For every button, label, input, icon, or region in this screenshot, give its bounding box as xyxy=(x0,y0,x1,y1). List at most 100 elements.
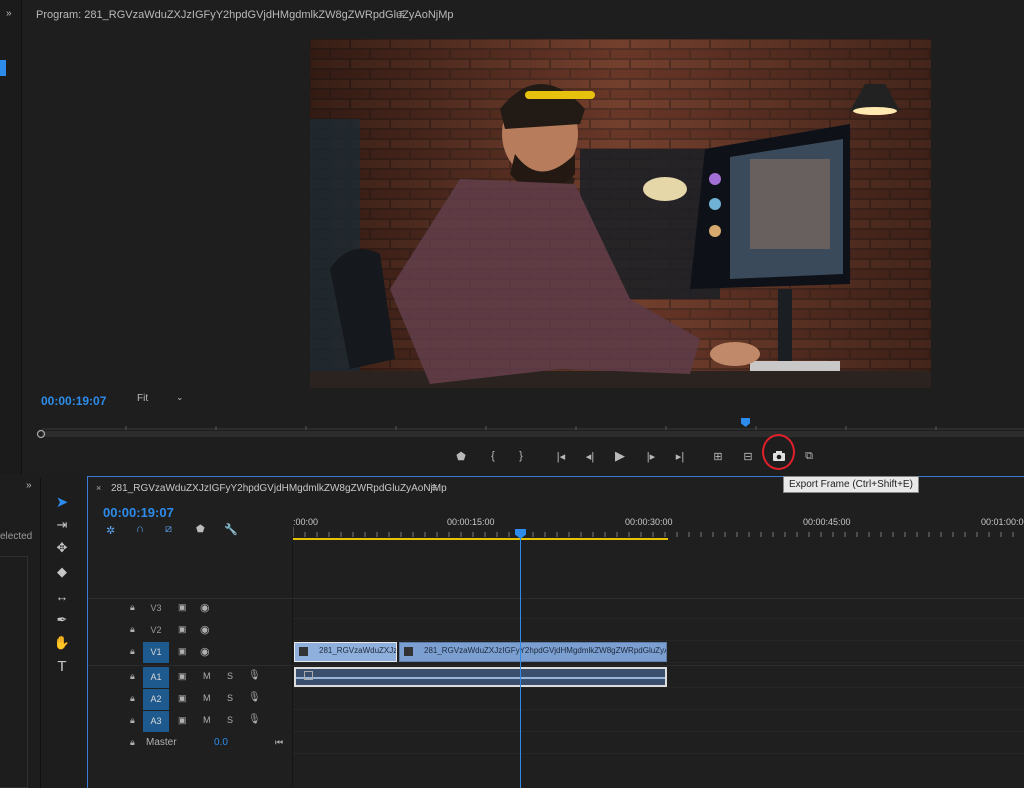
program-timecode[interactable]: 00:00:19:07 xyxy=(41,394,106,408)
track-label-v3[interactable]: V3 xyxy=(143,598,169,619)
lock-icon[interactable]: 🔒︎ xyxy=(130,715,135,726)
time-ruler[interactable]: :00:00 00:00:15:00 00:00:30:00 00:00:45:… xyxy=(293,507,1024,543)
lock-icon[interactable]: 🔒︎ xyxy=(130,646,135,657)
selection-tool[interactable]: ➤ xyxy=(51,492,73,512)
highlight-circle xyxy=(762,434,795,470)
step-back-button[interactable]: ◂| xyxy=(579,446,601,466)
video-clip[interactable]: 281_RGVzaWduZXJzI xyxy=(294,642,397,662)
program-header: Program: 281_RGVzaWduZXJzIGFyY2hpdGVjdHM… xyxy=(22,0,1024,30)
lock-icon[interactable]: 🔒︎ xyxy=(130,737,135,748)
track-label-a2[interactable]: A2 xyxy=(143,689,169,710)
eye-icon[interactable]: ◉ xyxy=(200,601,210,614)
linked-selection-icon[interactable]: ⧄ xyxy=(165,523,172,536)
lock-icon[interactable]: 🔒︎ xyxy=(130,671,135,682)
lock-icon[interactable]: 🔒︎ xyxy=(130,624,135,635)
sync-lock-icon[interactable]: ▣ xyxy=(178,624,187,635)
eye-icon[interactable]: ◉ xyxy=(200,645,210,658)
add-marker-button[interactable]: ⬟ xyxy=(450,446,472,466)
selected-text: elected xyxy=(0,531,33,542)
program-scrub-bar[interactable] xyxy=(36,426,1024,440)
ripple-edit-tool[interactable]: ✥ xyxy=(51,538,73,558)
sync-lock-icon[interactable]: ▣ xyxy=(178,602,187,613)
clip-name: 281_RGVzaWduZXJzIGFyY2hpdGVjdHMgdmlkZW8g… xyxy=(424,646,667,655)
solo-button[interactable]: S xyxy=(227,715,233,725)
snap-icon[interactable]: ∩ xyxy=(136,523,144,535)
solo-button[interactable]: S xyxy=(227,671,233,681)
mute-button[interactable]: M xyxy=(203,715,211,725)
sync-lock-icon[interactable]: ▣ xyxy=(178,646,187,657)
microphone-icon[interactable]: 🎙︎ xyxy=(248,692,261,703)
step-forward-button[interactable]: |▸ xyxy=(640,446,662,466)
eye-icon[interactable]: ◉ xyxy=(200,623,210,636)
slip-tool[interactable]: ↔ xyxy=(51,586,73,606)
mute-button[interactable]: M xyxy=(203,693,211,703)
track-lane-v1[interactable]: 281_RGVzaWduZXJzI 281_RGVzaWduZXJzIGFyY2… xyxy=(293,642,1024,663)
razor-tool[interactable]: ◆ xyxy=(51,562,73,582)
track-lane-master[interactable] xyxy=(293,733,1024,754)
microphone-icon[interactable]: 🎙︎ xyxy=(248,714,261,725)
go-to-out-icon: ▸| xyxy=(675,450,685,463)
track-lane-a1[interactable] xyxy=(293,667,1024,688)
type-tool[interactable]: T xyxy=(51,656,73,676)
track-select-tool[interactable]: ⇥ xyxy=(51,515,73,535)
microphone-icon[interactable]: 🎙︎ xyxy=(248,670,261,681)
solo-button[interactable]: S xyxy=(227,693,233,703)
panel-expand-icon[interactable]: » xyxy=(6,8,12,19)
track-label-a3[interactable]: A3 xyxy=(143,711,169,732)
video-frame-image xyxy=(310,39,931,388)
nest-icon[interactable]: ✲ xyxy=(106,524,115,537)
ruler-label-0: :00:00 xyxy=(293,517,319,527)
video-clip[interactable]: 281_RGVzaWduZXJzIGFyY2hpdGVjdHMgdmlkZW8g… xyxy=(399,642,667,662)
mark-out-button[interactable]: } xyxy=(510,446,532,466)
lock-icon[interactable]: 🔒︎ xyxy=(130,602,135,613)
lift-button[interactable]: ⊞ xyxy=(707,446,729,466)
video-preview xyxy=(310,39,931,388)
go-to-end-icon[interactable]: ⏮ xyxy=(275,737,283,748)
wrench-icon[interactable]: 🔧 xyxy=(224,523,238,536)
play-button[interactable]: ▶ xyxy=(609,446,631,466)
sync-lock-icon[interactable]: ▣ xyxy=(178,693,187,704)
track-label-v2[interactable]: V2 xyxy=(143,620,169,641)
ruler-label-45: 00:00:45:00 xyxy=(803,517,851,527)
close-icon[interactable]: × xyxy=(96,483,101,493)
timeline-menu-icon[interactable]: ≡ xyxy=(431,482,437,494)
track-label-a1[interactable]: A1 xyxy=(143,667,169,688)
clip-fx-icon xyxy=(304,671,313,680)
lock-icon[interactable]: 🔒︎ xyxy=(130,693,135,704)
pen-tool[interactable]: ✒ xyxy=(51,610,73,630)
track-lane-v2[interactable] xyxy=(293,620,1024,641)
add-marker-icon[interactable]: ⬟ xyxy=(196,524,205,535)
track-select-icon: ⇥ xyxy=(56,517,68,532)
audio-level-line xyxy=(296,677,665,679)
ruler-label-60: 00:01:00:00 xyxy=(981,517,1024,527)
master-volume-value[interactable]: 0.0 xyxy=(214,737,228,748)
go-to-out-button[interactable]: ▸| xyxy=(669,446,691,466)
track-label-v1[interactable]: V1 xyxy=(143,642,169,663)
hamburger-icon[interactable]: ≡ xyxy=(398,8,404,20)
program-monitor: » Program: 281_RGVzaWduZXJzIGFyY2hpdGVjd… xyxy=(0,0,1024,474)
timeline-timecode[interactable]: 00:00:19:07 xyxy=(103,505,174,520)
panel-expand-icon-lower[interactable]: » xyxy=(26,480,32,491)
tools-panel: ➤ ⇥ ✥ ◆ ↔ ✒ ✋ T xyxy=(40,478,86,788)
mark-in-button[interactable]: { xyxy=(482,446,504,466)
audio-clip[interactable] xyxy=(294,667,667,687)
go-to-in-button[interactable]: |◂ xyxy=(550,446,572,466)
hand-tool[interactable]: ✋ xyxy=(51,633,73,653)
ripple-icon: ✥ xyxy=(56,540,68,555)
track-lane-v3[interactable] xyxy=(293,598,1024,619)
hand-icon: ✋ xyxy=(53,635,71,650)
track-header-master: 🔒︎ Master 0.0 ⏮ xyxy=(88,733,292,754)
track-header-a3: 🔒︎ A3 ▣ M S 🎙︎ xyxy=(88,711,292,732)
clip-fx-icon xyxy=(299,647,308,656)
compare-view-button[interactable]: ⧉ xyxy=(798,446,820,466)
extract-button[interactable]: ⊟ xyxy=(737,446,759,466)
mute-button[interactable]: M xyxy=(203,671,211,681)
compare-icon: ⧉ xyxy=(805,449,813,462)
sync-lock-icon[interactable]: ▣ xyxy=(178,671,187,682)
track-lane-a3[interactable] xyxy=(293,711,1024,732)
track-lane-a2[interactable] xyxy=(293,689,1024,710)
left-panel-strip: » xyxy=(0,0,22,474)
zoom-fit-select[interactable]: Fit ⌄ xyxy=(130,392,188,408)
project-panel: » elected xyxy=(0,474,40,788)
sync-lock-icon[interactable]: ▣ xyxy=(178,715,187,726)
